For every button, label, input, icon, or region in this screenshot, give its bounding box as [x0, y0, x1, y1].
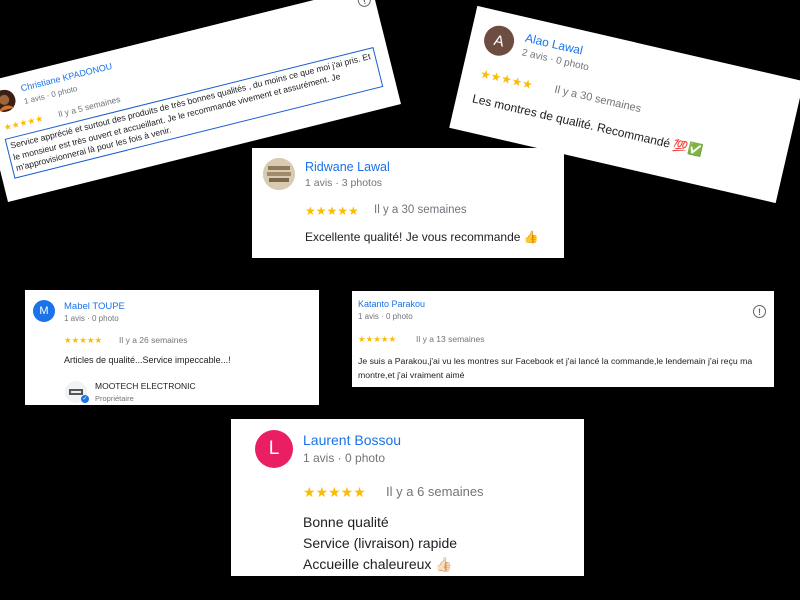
review-text-line: Service (livraison) rapide — [303, 535, 458, 551]
reviewer-name[interactable]: Mabel TOUPE — [64, 301, 125, 312]
review-card-katanto: Katanto Parakou 1 avis · 0 photo ! ★★★★★… — [352, 291, 774, 387]
avatar: A — [481, 22, 518, 59]
reviewer-meta: 1 avis · 0 photo — [358, 312, 413, 321]
reviewer-meta: 1 avis · 0 photo — [303, 451, 386, 465]
owner-role: Propriétaire — [95, 394, 134, 403]
review-text: Excellente qualité! Je vous recommande 👍 — [305, 230, 539, 244]
avatar — [263, 158, 295, 190]
reviewer-name[interactable]: Laurent Bossou — [303, 432, 401, 448]
star-rating: ★★★★★ — [303, 484, 366, 500]
review-time: Il y a 30 semaines — [374, 204, 467, 216]
reviewer-name[interactable]: Ridwane Lawal — [305, 160, 390, 174]
review-text-line: Accueille chaleureux 👍🏻 — [303, 556, 453, 572]
avatar: M — [33, 300, 55, 322]
avatar — [0, 87, 18, 115]
review-card-mabel: M Mabel TOUPE 1 avis · 0 photo ★★★★★ Il … — [25, 290, 319, 405]
review-card-ridwane: Ridwane Lawal 1 avis · 3 photos ★★★★★ Il… — [252, 148, 564, 258]
owner-name: MOOTECH ELECTRONIC — [95, 381, 196, 391]
review-time: Il y a 30 semaines — [553, 83, 643, 116]
reviewer-name[interactable]: Katanto Parakou — [358, 299, 425, 309]
flag-icon[interactable]: ! — [356, 0, 373, 9]
star-rating: ★★★★★ — [478, 66, 535, 93]
reviewer-meta: 1 avis · 0 photo — [64, 314, 119, 323]
review-card-laurent: L Laurent Bossou 1 avis · 0 photo ★★★★★ … — [231, 419, 584, 576]
star-rating: ★★★★★ — [64, 335, 103, 345]
star-rating: ★★★★★ — [358, 334, 397, 344]
star-rating: ★★★★★ — [305, 204, 359, 218]
review-text: Je suis a Parakou,j'ai vu les montres su… — [358, 356, 753, 380]
verified-icon: ✓ — [81, 395, 89, 403]
profile-photo-icon — [0, 89, 16, 112]
reviewer-meta: 1 avis · 3 photos — [305, 177, 383, 189]
review-text-line: Bonne qualité — [303, 514, 389, 530]
review-time: Il y a 26 semaines — [119, 335, 188, 345]
profile-photo-icon — [263, 158, 295, 190]
review-text: Articles de qualité...Service impeccable… — [64, 355, 231, 365]
flag-icon[interactable]: ! — [753, 305, 766, 318]
review-time: Il y a 13 semaines — [416, 334, 485, 344]
avatar: L — [255, 430, 293, 468]
review-time: Il y a 6 semaines — [386, 484, 484, 499]
